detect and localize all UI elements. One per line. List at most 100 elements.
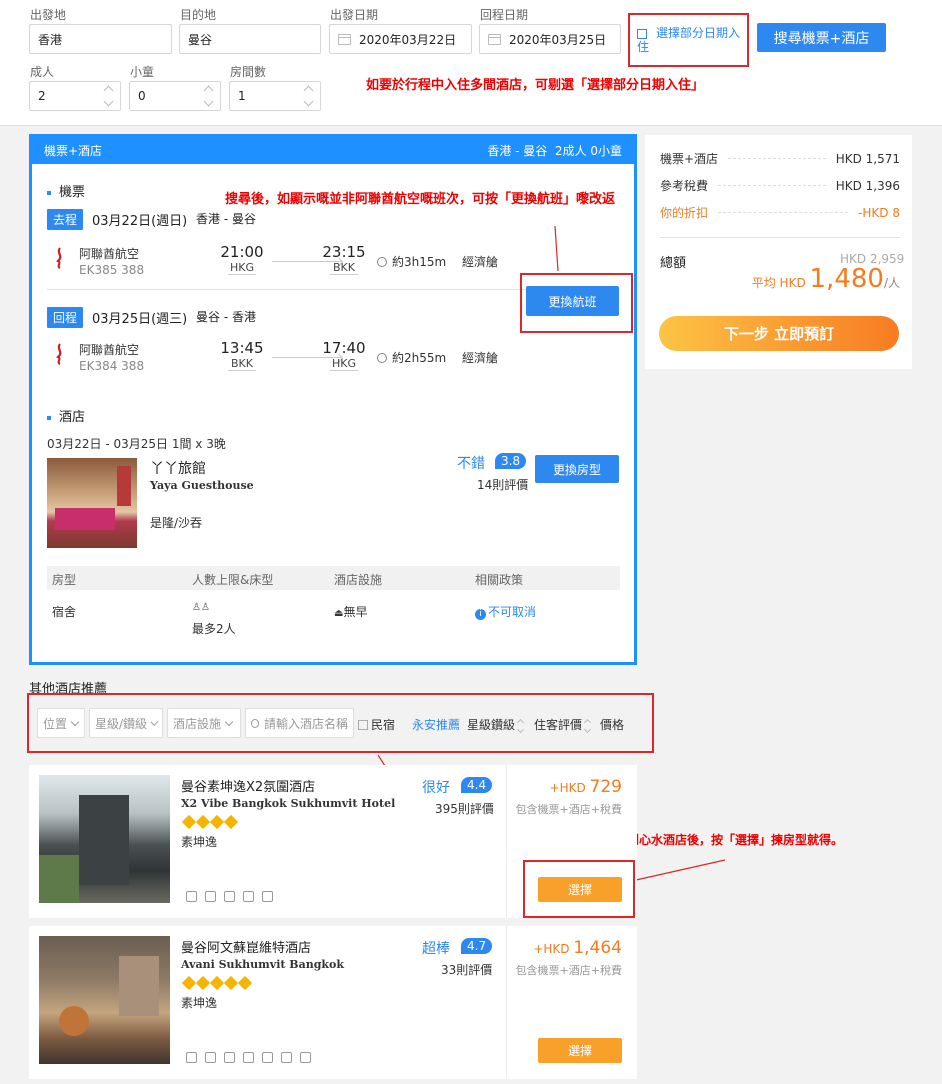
filter-stars[interactable]: 星級/鑽級: [89, 708, 163, 738]
return-date-value: 2020年03月25日: [509, 32, 607, 47]
hotel-name[interactable]: 曼谷素坤逸X2氛圍酒店: [181, 776, 315, 795]
hotel-score-badge: 3.8: [495, 453, 527, 469]
room-policy[interactable]: i 不可取消: [475, 603, 536, 620]
sort-rating-label: 住客評價: [534, 718, 583, 732]
change-flight-button[interactable]: 更換航班: [526, 286, 619, 316]
filter-facilities[interactable]: 酒店設施: [167, 708, 241, 738]
sort-recommended[interactable]: 永安推薦: [412, 716, 460, 733]
price-panel: 機票+酒店 HKD 1,571 參考稅費 HKD 1,396 你的折扣 -HKD 8 …: [645, 135, 912, 369]
facility-icons: [186, 1052, 319, 1066]
package-summary: 香港 - 曼谷 2成人 0小童: [487, 144, 622, 158]
children-stepper[interactable]: 0: [129, 81, 221, 111]
hostel-label: 民宿: [371, 718, 396, 732]
clock-icon: [377, 353, 387, 363]
outbound-arr-code: BKK: [330, 261, 358, 275]
outbound-arr-time: 23:15: [322, 243, 366, 261]
hotel-name-en: X2 Vibe Bangkok Sukhumvit Hotel: [181, 797, 396, 810]
inbound-dep-time: 13:45: [220, 339, 264, 357]
search-button[interactable]: 搜尋機票+酒店: [757, 23, 886, 52]
sort-price[interactable]: 價格: [600, 716, 624, 733]
partial-dates-label[interactable]: 選擇部分日期入住: [637, 26, 745, 54]
hotel-score-badge: 4.4: [461, 777, 493, 793]
sort-price-label: 價格: [600, 718, 625, 732]
avg-value: 1,480: [809, 264, 884, 294]
stepper-arrows-icon[interactable]: [103, 85, 114, 107]
rooms-label: 房間數: [230, 65, 267, 79]
filter-location[interactable]: 位置: [37, 708, 85, 738]
room-facility: ⏏無早: [334, 603, 367, 620]
hotel-search-placeholder: 請輸入酒店名稱: [263, 716, 348, 731]
outbound-date: 03月22日(週日): [92, 214, 188, 229]
package-panel: 機票+酒店 香港 - 曼谷 2成人 0小童 機票 搜尋後，如顯示嘅並非阿聯酋航空…: [29, 134, 637, 665]
hotel-area: 是隆/沙吞: [150, 516, 203, 530]
price-row-discount: 你的折扣 -HKD 8: [660, 204, 900, 221]
avg-suffix: /人: [883, 276, 900, 290]
hotel-name-en: Avani Sukhumvit Bangkok: [181, 958, 344, 971]
room-policy-value: 不可取消: [488, 605, 537, 619]
inbound-duration-text: 約2h55m: [392, 351, 447, 365]
sort-rating[interactable]: 住客評價: [534, 716, 592, 733]
hotel-name[interactable]: 丫丫旅館: [150, 458, 206, 478]
sort-arrows-icon: [516, 718, 525, 733]
room-col-capacity: 人數上限&床型: [192, 573, 274, 587]
inbound-arr-time: 17:40: [322, 339, 366, 357]
to-label: 目的地: [180, 8, 217, 22]
select-button[interactable]: 選擇: [538, 1038, 622, 1063]
outbound-dep-time: 21:00: [220, 243, 264, 261]
rooms-stepper[interactable]: 1: [229, 81, 321, 111]
inbound-date: 03月25日(週三): [92, 312, 188, 327]
price-value: 729: [589, 777, 622, 797]
hotel-rating-text: 不錯: [457, 456, 485, 472]
hotel-photo[interactable]: [39, 775, 170, 903]
diamond-rating-icon: [181, 975, 254, 991]
to-input[interactable]: 曼谷: [179, 24, 321, 54]
children-label: 小童: [130, 65, 155, 79]
hotel-stay-info: 03月22日 - 03月25日 1間 x 3晚: [47, 437, 226, 451]
price-row-package: 機票+酒店 HKD 1,571: [660, 150, 900, 167]
hotel-search-input[interactable]: 請輸入酒店名稱: [245, 708, 354, 738]
sort-stars[interactable]: 星級鑽級: [467, 716, 525, 733]
inbound-airline: 阿聯酋航空: [79, 343, 140, 357]
hotel-photo[interactable]: [47, 458, 137, 548]
discount-label: 你的折扣: [660, 206, 709, 220]
hotel-card: 曼谷素坤逸X2氛圍酒店 X2 Vibe Bangkok Sukhumvit Ho…: [29, 765, 637, 918]
room-type-value: 宿舍: [52, 605, 77, 619]
adults-stepper[interactable]: 2: [29, 81, 121, 111]
outbound-flight-number: EK385 388: [79, 263, 145, 277]
return-date-input[interactable]: 2020年03月25日: [479, 24, 621, 54]
rooms-value: 1: [238, 89, 246, 103]
hotel-reviews[interactable]: 395則評價: [435, 800, 494, 817]
stepper-arrows-icon[interactable]: [303, 85, 314, 107]
from-input[interactable]: 香港: [29, 24, 172, 54]
hostel-filter[interactable]: 民宿: [358, 716, 395, 733]
depart-date-input[interactable]: 2020年03月22日: [329, 24, 472, 54]
price-note: 包含機票+酒店+稅費: [515, 803, 622, 816]
chevron-down-icon: [150, 717, 159, 726]
airline-logo-icon: [56, 247, 62, 269]
inbound-tag: 回程: [47, 307, 84, 328]
package-price-value: HKD 1,571: [835, 151, 900, 166]
hotel-score-badge: 4.7: [461, 938, 493, 954]
hotel-rating-text: 很好: [422, 780, 450, 796]
hotel-rating-text: 超棒: [422, 941, 450, 957]
adults-value: 2: [38, 89, 46, 103]
outbound-duration: 約3h15m: [377, 253, 446, 270]
chevron-down-icon: [224, 717, 234, 726]
person-icon: ♙♙: [192, 602, 210, 613]
hostel-checkbox[interactable]: [358, 720, 368, 730]
hotel-reviews[interactable]: 33則評價: [441, 961, 492, 978]
select-button[interactable]: 選擇: [538, 877, 622, 902]
average-price: 平均 HKD 1,480/人: [705, 264, 900, 294]
hotel-reviews[interactable]: 14則評價: [477, 476, 528, 493]
return-label: 回程日期: [480, 8, 529, 22]
hotel-area: 素坤逸: [181, 996, 218, 1010]
change-room-button[interactable]: 更換房型: [535, 455, 619, 483]
outbound-dep-code: HKG: [228, 261, 256, 275]
hotel-name[interactable]: 曼谷阿文蘇崑維特酒店: [181, 937, 311, 956]
next-step-button[interactable]: 下一步 立即預訂: [659, 316, 899, 351]
stepper-arrows-icon[interactable]: [203, 85, 214, 107]
outbound-duration-text: 約3h15m: [392, 255, 447, 269]
sort-arrows-icon: [583, 718, 592, 733]
package-header: 機票+酒店 香港 - 曼谷 2成人 0小童: [32, 137, 634, 164]
hotel-photo[interactable]: [39, 936, 170, 1064]
